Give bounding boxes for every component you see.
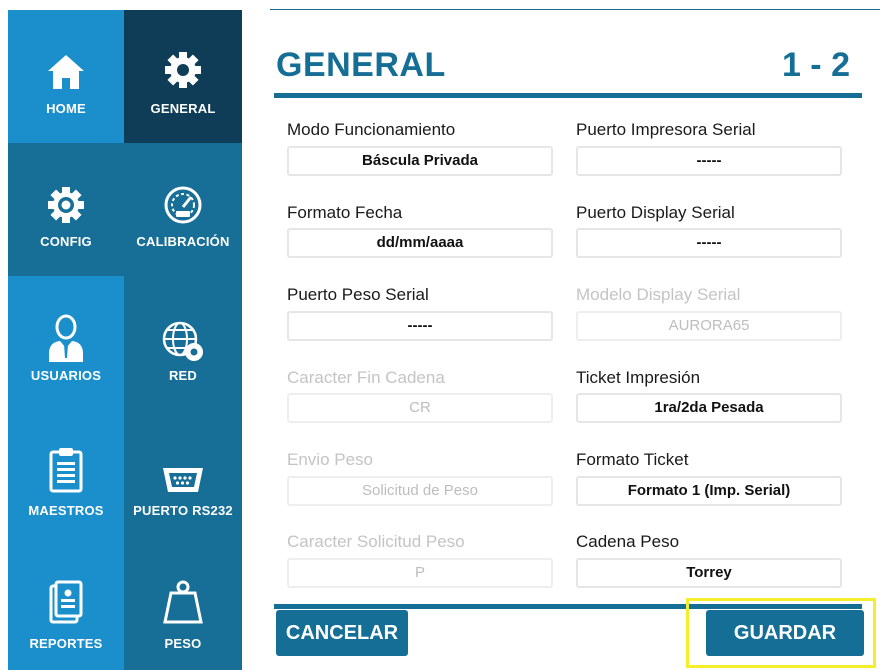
nav-config-label: CONFIG bbox=[40, 234, 92, 249]
nav-red-label: RED bbox=[168, 368, 198, 383]
select-formato-fecha[interactable]: dd/mm/aaaa bbox=[287, 228, 553, 258]
field-label-caracter-fin-cadena: Caracter Fin Cadena bbox=[287, 368, 445, 387]
select-modo-funcionamiento[interactable]: Báscula Privada bbox=[287, 146, 553, 176]
nav-peso-label: PESO bbox=[164, 636, 202, 651]
nav-reportes[interactable]: REPORTES bbox=[8, 540, 124, 670]
field-label-modelo-display-serial: Modelo Display Serial bbox=[576, 285, 741, 304]
select-ticket-impresion[interactable]: 1ra/2da Pesada bbox=[576, 393, 842, 423]
nav-peso[interactable]: PESO bbox=[124, 540, 242, 670]
save-highlight-box bbox=[686, 598, 876, 668]
select-caracter-solicitud-peso: P bbox=[287, 558, 553, 588]
nav-home-label: HOME bbox=[46, 101, 86, 116]
field-label-puerto-display-serial: Puerto Display Serial bbox=[576, 203, 735, 222]
field-label-caracter-solicitud-peso: Caracter Solicitud Peso bbox=[287, 532, 465, 551]
report-icon bbox=[49, 580, 83, 624]
gauge-icon bbox=[164, 186, 202, 224]
field-label-envio-peso: Envio Peso bbox=[287, 450, 373, 469]
nav-maestros-label: MAESTROS bbox=[28, 503, 104, 518]
nav-calibracion-label: CALIBRACIÓN bbox=[136, 234, 230, 249]
user-icon bbox=[49, 314, 83, 362]
header-divider bbox=[274, 93, 862, 98]
field-label-formato-fecha: Formato Fecha bbox=[287, 203, 403, 222]
nav-general[interactable]: GENERAL bbox=[124, 10, 242, 143]
page-indicator: 1 - 2 bbox=[781, 46, 850, 84]
select-envio-peso: Solicitud de Peso bbox=[287, 476, 553, 506]
weight-icon bbox=[163, 580, 203, 624]
select-puerto-impresora-serial[interactable]: ----- bbox=[576, 146, 842, 176]
gear-icon bbox=[48, 187, 84, 223]
select-puerto-peso-serial[interactable]: ----- bbox=[287, 311, 553, 341]
nav-puerto-rs232-label: PUERTO RS232 bbox=[133, 503, 233, 518]
nav-config[interactable]: CONFIG bbox=[8, 143, 124, 276]
nav-usuarios-label: USUARIOS bbox=[30, 368, 102, 383]
field-label-modo-funcionamiento: Modo Funcionamiento bbox=[287, 120, 456, 139]
nav-home[interactable]: HOME bbox=[8, 10, 124, 143]
nav-puerto-rs232[interactable]: PUERTO RS232 bbox=[124, 407, 242, 540]
field-label-puerto-peso-serial: Puerto Peso Serial bbox=[287, 285, 429, 304]
globe-gear-icon bbox=[162, 321, 203, 361]
select-cadena-peso[interactable]: Torrey bbox=[576, 558, 842, 588]
top-divider bbox=[0, 0, 880, 10]
nav-maestros[interactable]: MAESTROS bbox=[8, 407, 124, 540]
cancel-button[interactable]: CANCELAR bbox=[276, 610, 408, 656]
clipboard-icon bbox=[49, 448, 83, 493]
nav-general-label: GENERAL bbox=[150, 101, 216, 116]
field-label-puerto-impresora-serial: Puerto Impresora Serial bbox=[576, 120, 756, 139]
nav-usuarios[interactable]: USUARIOS bbox=[8, 276, 124, 407]
gear-icon bbox=[165, 52, 201, 88]
select-caracter-fin-cadena: CR bbox=[287, 393, 553, 423]
serial-port-icon bbox=[163, 468, 203, 492]
nav-column-secondary: GENERAL CALIBRACIÓN RED PUERTO RS232 PES… bbox=[124, 10, 242, 670]
field-label-cadena-peso: Cadena Peso bbox=[576, 532, 680, 551]
home-icon bbox=[48, 55, 84, 89]
nav-column-primary: HOME CONFIG USUARIOS MAESTROS REPORTES bbox=[8, 10, 124, 670]
select-formato-ticket[interactable]: Formato 1 (Imp. Serial) bbox=[576, 476, 842, 506]
page-title: GENERAL bbox=[276, 46, 446, 84]
select-puerto-display-serial[interactable]: ----- bbox=[576, 228, 842, 258]
nav-reportes-label: REPORTES bbox=[29, 636, 103, 651]
select-modelo-display-serial: AURORA65 bbox=[576, 311, 842, 341]
field-label-ticket-impresion: Ticket Impresión bbox=[576, 368, 701, 387]
nav-calibracion[interactable]: CALIBRACIÓN bbox=[124, 143, 242, 276]
nav-red[interactable]: RED bbox=[124, 276, 242, 407]
field-label-formato-ticket: Formato Ticket bbox=[576, 450, 689, 469]
